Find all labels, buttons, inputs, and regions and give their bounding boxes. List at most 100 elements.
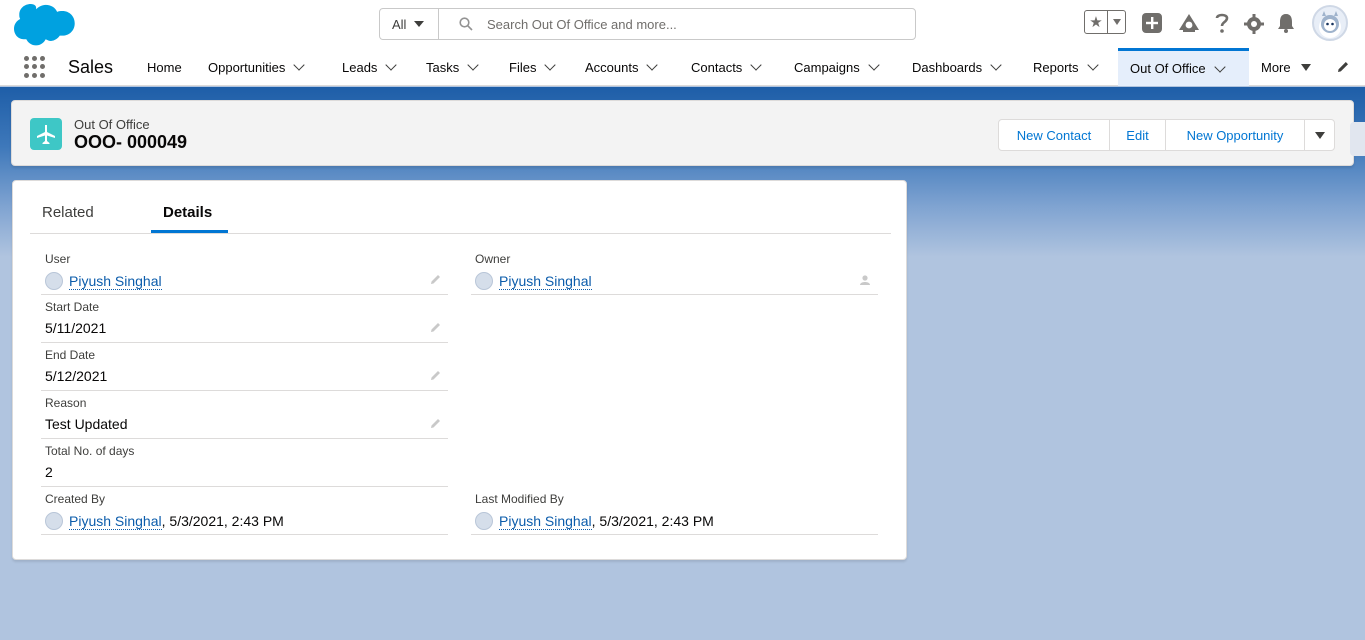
edit-pencil-icon[interactable]: [430, 369, 442, 381]
field-end-date: End Date 5/12/2021: [41, 343, 448, 391]
nav-item-tasks[interactable]: Tasks: [414, 48, 498, 86]
record-header: Out Of Office OOO- 000049 New Contact Ed…: [11, 100, 1354, 166]
field-label: Owner: [475, 252, 511, 266]
nav-item-label: Leads: [342, 59, 378, 75]
field-label: Created By: [45, 492, 106, 506]
global-actions-icon[interactable]: [1142, 13, 1162, 33]
tab-related[interactable]: Related: [42, 204, 94, 221]
field-total-days: Total No. of days 2: [41, 439, 448, 487]
help-icon[interactable]: [1214, 12, 1230, 34]
nav-item-leads[interactable]: Leads: [330, 48, 414, 86]
chevron-down-icon: [1112, 19, 1121, 25]
chevron-down-icon: [414, 21, 425, 27]
chevron-down-icon[interactable]: [750, 59, 762, 71]
new-opportunity-button[interactable]: New Opportunity: [1165, 119, 1305, 151]
airplane-icon: [37, 125, 55, 144]
app-launcher-icon[interactable]: [24, 56, 46, 78]
chevron-down-icon[interactable]: [646, 59, 659, 71]
field-user: User Piyush Singhal: [41, 247, 448, 295]
app-name: Sales: [68, 57, 114, 77]
nav-item-label: Campaigns: [794, 59, 860, 75]
nav-item-label: Reports: [1033, 59, 1079, 75]
nav-item-accounts[interactable]: Accounts: [573, 48, 679, 86]
field-value: 5/12/2021: [45, 368, 108, 384]
search-scope-label: All: [392, 16, 407, 32]
nav-item-out-of-office[interactable]: Out Of Office: [1118, 48, 1249, 86]
chevron-down-icon[interactable]: [544, 59, 557, 71]
nav-item-home[interactable]: Home: [135, 48, 195, 86]
field-last-modified-by: Last Modified By Piyush Singhal , 5/3/20…: [471, 487, 878, 535]
nav-item-contacts[interactable]: Contacts: [679, 48, 782, 86]
edit-pencil-icon[interactable]: [430, 321, 442, 333]
edit-pencil-icon[interactable]: [430, 417, 442, 429]
search-scope-dropdown[interactable]: All: [380, 9, 439, 39]
user-avatar[interactable]: [1312, 5, 1348, 41]
nav-item-files[interactable]: Files: [497, 48, 575, 86]
field-label: Reason: [45, 396, 87, 410]
caret-down-icon: [1300, 63, 1311, 71]
created-by-link[interactable]: Piyush Singhal: [69, 513, 162, 530]
chevron-down-icon[interactable]: [868, 59, 880, 71]
nav-item-reports[interactable]: Reports: [1021, 48, 1119, 86]
field-label: Start Date: [45, 300, 100, 314]
active-tab-indicator: [151, 230, 228, 233]
chevron-down-icon[interactable]: [385, 59, 398, 71]
user-avatar-icon: [45, 512, 63, 530]
search-input[interactable]: [487, 16, 887, 32]
nav-item-label: Opportunities: [208, 59, 286, 75]
user-avatar-icon: [475, 512, 493, 530]
change-owner-icon[interactable]: [860, 274, 872, 286]
field-reason: Reason Test Updated: [41, 391, 448, 439]
edit-button[interactable]: Edit: [1109, 119, 1166, 151]
record-tabs: Related Details: [30, 181, 891, 234]
field-label: Total No. of days: [45, 444, 135, 458]
nav-item-campaigns[interactable]: Campaigns: [782, 48, 900, 86]
user-link[interactable]: Piyush Singhal: [69, 273, 162, 290]
record-actions: New Contact Edit New Opportunity: [998, 119, 1335, 151]
global-search: All: [379, 8, 916, 40]
favorites-button-group: ★: [1084, 10, 1126, 34]
edit-nav-pencil-icon[interactable]: [1336, 60, 1350, 74]
new-contact-button[interactable]: New Contact: [998, 119, 1110, 151]
field-label: End Date: [45, 348, 96, 362]
tab-details[interactable]: Details: [163, 204, 212, 221]
chevron-down-icon[interactable]: [467, 59, 479, 71]
field-value: Piyush Singhal , 5/3/2021, 2:43 PM: [475, 512, 714, 530]
salesforce-logo[interactable]: [14, 4, 76, 46]
nav-item-opportunities[interactable]: Opportunities: [196, 48, 328, 86]
field-value: 5/11/2021: [45, 320, 107, 336]
astro-avatar-icon: [1319, 11, 1341, 38]
nav-item-more[interactable]: More: [1249, 48, 1323, 86]
nav-item-label: More: [1261, 59, 1291, 75]
record-details-card: Related Details User Piyush Singhal Owne…: [12, 180, 907, 560]
last-modified-by-link[interactable]: Piyush Singhal: [499, 513, 592, 530]
field-label: User: [45, 252, 71, 266]
caret-down-icon: [1314, 131, 1325, 139]
field-label: Last Modified By: [475, 492, 564, 506]
last-modified-date: , 5/3/2021, 2:43 PM: [591, 513, 714, 529]
owner-link[interactable]: Piyush Singhal: [499, 273, 592, 290]
nav-item-label: Accounts: [585, 59, 639, 75]
notifications-bell-icon[interactable]: [1277, 13, 1295, 33]
nav-item-label: Dashboards: [912, 59, 983, 75]
nav-item-dashboards[interactable]: Dashboards: [900, 48, 1020, 86]
edit-pencil-icon[interactable]: [430, 273, 442, 285]
nav-item-label: Tasks: [426, 59, 460, 75]
more-actions-button[interactable]: [1304, 119, 1335, 151]
user-avatar-icon: [475, 272, 493, 290]
search-field[interactable]: [439, 9, 915, 39]
side-panel-toggle[interactable]: [1350, 122, 1365, 156]
favorite-star-icon[interactable]: ★: [1085, 11, 1108, 33]
chevron-down-icon[interactable]: [1086, 59, 1099, 71]
chevron-down-icon[interactable]: [990, 59, 1002, 71]
chevron-down-icon[interactable]: [1213, 60, 1226, 73]
trailhead-icon[interactable]: [1178, 13, 1200, 33]
out-of-office-record-icon: [30, 118, 62, 150]
field-value: 2: [45, 464, 53, 480]
record-type-label: Out Of Office: [74, 117, 150, 132]
search-icon: [459, 17, 473, 31]
chevron-down-icon[interactable]: [293, 59, 305, 71]
navigation-bar: Sales Home Opportunities Leads Tasks Fil…: [0, 48, 1365, 86]
favorites-dropdown-button[interactable]: [1108, 19, 1125, 25]
settings-gear-icon[interactable]: [1244, 14, 1264, 34]
